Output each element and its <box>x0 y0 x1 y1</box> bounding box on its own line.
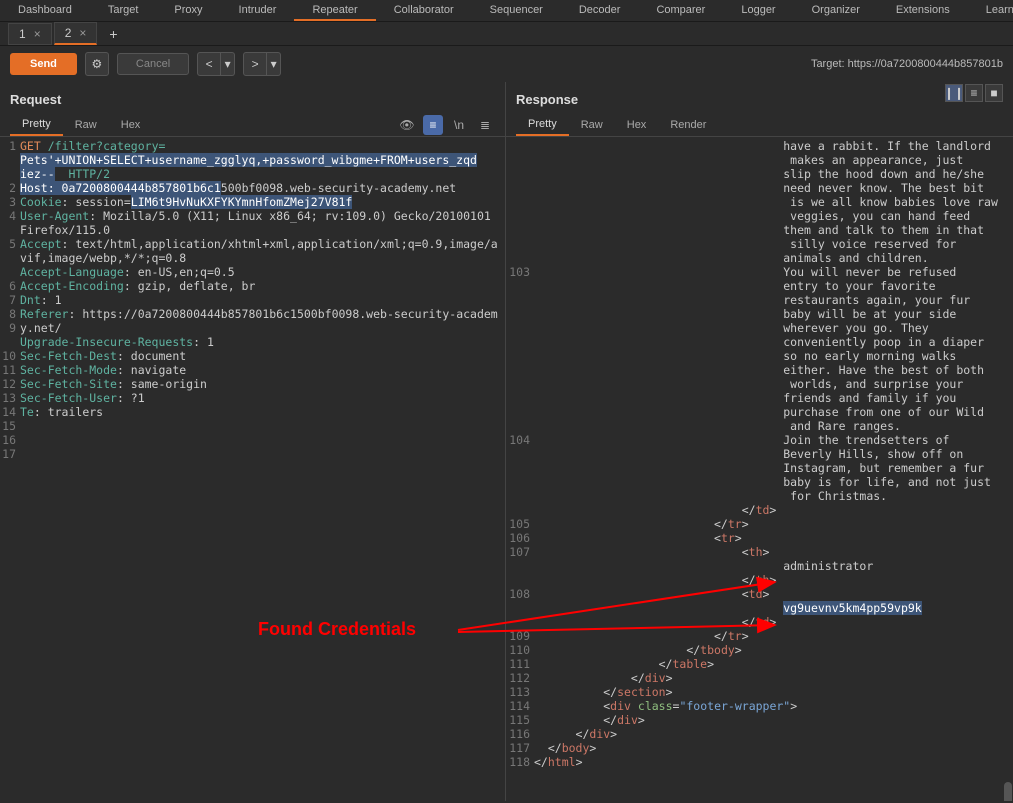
nav-intruder[interactable]: Intruder <box>221 0 295 21</box>
close-icon[interactable]: × <box>79 26 86 40</box>
view-tab-raw[interactable]: Raw <box>63 115 109 135</box>
nav-learn[interactable]: Learn <box>968 0 1013 21</box>
repeater-tab-1[interactable]: 1× <box>8 23 52 45</box>
close-icon[interactable]: × <box>34 27 41 41</box>
nav-extensions[interactable]: Extensions <box>878 0 968 21</box>
add-tab-button[interactable]: + <box>99 24 127 44</box>
response-editor[interactable]: 103 104 105106107 108 109110111112113114… <box>506 137 1013 801</box>
history-forward-group: > ▾ <box>243 52 281 76</box>
view-tab-hex[interactable]: Hex <box>615 115 659 135</box>
cancel-button[interactable]: Cancel <box>117 53 189 75</box>
toggle-a-icon[interactable]: ≡ <box>423 115 443 135</box>
response-title: Response <box>506 82 1013 113</box>
hide-icon[interactable]: 👁 <box>397 115 417 135</box>
scrollbar-thumb[interactable] <box>1004 782 1012 801</box>
view-tab-render[interactable]: Render <box>658 115 718 135</box>
history-back-dropdown[interactable]: ▾ <box>221 52 235 76</box>
request-pane: Request 👁 ≡ \n ≣ PrettyRawHex 1 234 5 67… <box>0 82 506 801</box>
response-view-tabs: PrettyRawHexRender <box>506 113 1013 137</box>
request-title: Request <box>0 82 505 113</box>
history-back-group: < ▾ <box>197 52 235 76</box>
nav-sequencer[interactable]: Sequencer <box>472 0 561 21</box>
nav-collaborator[interactable]: Collaborator <box>376 0 472 21</box>
repeater-subtabs: 1×2×+ <box>0 22 1013 46</box>
layout-tabs-icon[interactable]: ■ <box>985 84 1003 102</box>
nav-target[interactable]: Target <box>90 0 157 21</box>
view-tab-raw[interactable]: Raw <box>569 115 615 135</box>
history-back-button[interactable]: < <box>197 52 221 76</box>
layout-rows-icon[interactable]: ≡ <box>965 84 983 102</box>
newline-icon[interactable]: \n <box>449 115 469 135</box>
nav-proxy[interactable]: Proxy <box>156 0 220 21</box>
content-split: Request 👁 ≡ \n ≣ PrettyRawHex 1 234 5 67… <box>0 82 1013 801</box>
nav-decoder[interactable]: Decoder <box>561 0 639 21</box>
gear-icon: ⚙ <box>92 57 103 71</box>
send-button[interactable]: Send <box>10 53 77 75</box>
nav-dashboard[interactable]: Dashboard <box>0 0 90 21</box>
settings-button[interactable]: ⚙ <box>85 52 109 76</box>
history-forward-button[interactable]: > <box>243 52 267 76</box>
nav-comparer[interactable]: Comparer <box>638 0 723 21</box>
view-tab-pretty[interactable]: Pretty <box>10 114 63 136</box>
inspect-icon[interactable]: ≣ <box>475 115 495 135</box>
repeater-tab-2[interactable]: 2× <box>54 22 98 45</box>
history-forward-dropdown[interactable]: ▾ <box>267 52 281 76</box>
action-bar: Send ⚙ Cancel < ▾ > ▾ Target: https://0a… <box>0 46 1013 82</box>
target-label[interactable]: Target: https://0a7200800444b857801b <box>811 58 1003 70</box>
request-editor[interactable]: 1 234 5 6789 1011121314151617 GET /filte… <box>0 137 505 801</box>
layout-columns-icon[interactable]: ❙❙ <box>945 84 963 102</box>
view-tab-pretty[interactable]: Pretty <box>516 114 569 136</box>
nav-organizer[interactable]: Organizer <box>794 0 878 21</box>
layout-controls: ❙❙ ≡ ■ <box>943 84 1003 102</box>
main-nav: DashboardTargetProxyIntruderRepeaterColl… <box>0 0 1013 22</box>
request-view-tabs: 👁 ≡ \n ≣ PrettyRawHex <box>0 113 505 137</box>
response-pane: ❙❙ ≡ ■ Response PrettyRawHexRender 103 1… <box>506 82 1013 801</box>
view-tab-hex[interactable]: Hex <box>109 115 153 135</box>
nav-logger[interactable]: Logger <box>723 0 793 21</box>
response-scrollbar[interactable] <box>1003 222 1013 801</box>
nav-repeater[interactable]: Repeater <box>294 0 375 21</box>
